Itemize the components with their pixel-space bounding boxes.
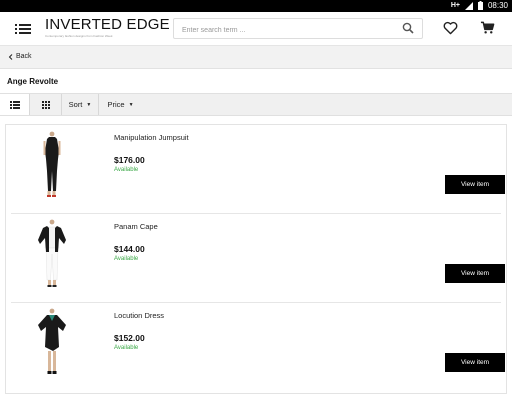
logo-tagline: Contemporary fashion designs from Fashio… (45, 34, 113, 38)
availability-status: Available (114, 256, 139, 262)
grid-view-button[interactable] (30, 94, 62, 115)
page-title: Ange Revolte (7, 77, 59, 86)
status-bar: H+ 08:30 (0, 0, 512, 12)
product-list: Manipulation Jumpsuit $176.00 Available … (5, 124, 507, 394)
battery-icon (477, 1, 483, 10)
caret-down-icon: ▼ (128, 101, 134, 108)
list-item[interactable]: Locution Dress $152.00 Available View it… (11, 303, 505, 391)
price-label: Price (107, 100, 125, 109)
product-image[interactable] (29, 218, 75, 292)
product-price: $152.00 (114, 333, 145, 343)
clock: 08:30 (487, 1, 508, 10)
list-view-button[interactable] (0, 94, 30, 115)
product-price: $144.00 (114, 244, 145, 254)
logo[interactable]: INVERTED EDGE Contemporary fashion desig… (45, 16, 170, 39)
back-label: Back (16, 53, 32, 60)
view-item-button[interactable]: View item (445, 353, 505, 372)
caret-down-icon: ▼ (86, 101, 92, 108)
product-image[interactable] (29, 307, 75, 381)
product-name[interactable]: Locution Dress (114, 311, 164, 320)
product-price: $176.00 (114, 155, 145, 165)
sort-label: Sort (68, 100, 83, 109)
product-name[interactable]: Manipulation Jumpsuit (114, 133, 189, 142)
search-icon[interactable] (402, 22, 414, 34)
view-item-button[interactable]: View item (445, 264, 505, 283)
search-box (173, 18, 423, 40)
availability-status: Available (114, 345, 139, 351)
price-dropdown[interactable]: Price ▼ (99, 94, 142, 115)
view-item-button[interactable]: View item (445, 175, 505, 194)
list-toolbar: Sort ▼ Price ▼ (0, 93, 512, 116)
app-header: INVERTED EDGE Contemporary fashion desig… (0, 12, 512, 46)
search-input[interactable] (174, 21, 389, 40)
product-name[interactable]: Panam Cape (114, 222, 158, 231)
grid-view-icon (41, 100, 50, 109)
list-item[interactable]: Panam Cape $144.00 Available View item (11, 214, 505, 302)
sort-dropdown[interactable]: Sort ▼ (62, 94, 99, 115)
heart-icon[interactable] (443, 21, 458, 35)
list-view-icon (9, 100, 20, 109)
back-bar: Back (0, 46, 512, 69)
signal-icon (464, 1, 473, 10)
cart-icon[interactable] (480, 21, 495, 35)
network-type: H+ (450, 2, 460, 9)
logo-name: INVERTED EDGE (45, 16, 170, 33)
back-button[interactable]: Back (8, 53, 32, 60)
list-item[interactable]: Manipulation Jumpsuit $176.00 Available … (11, 125, 505, 213)
availability-status: Available (114, 167, 139, 173)
chevron-left-icon (8, 53, 13, 60)
product-image[interactable] (29, 129, 75, 203)
menu-icon[interactable] (15, 22, 31, 36)
